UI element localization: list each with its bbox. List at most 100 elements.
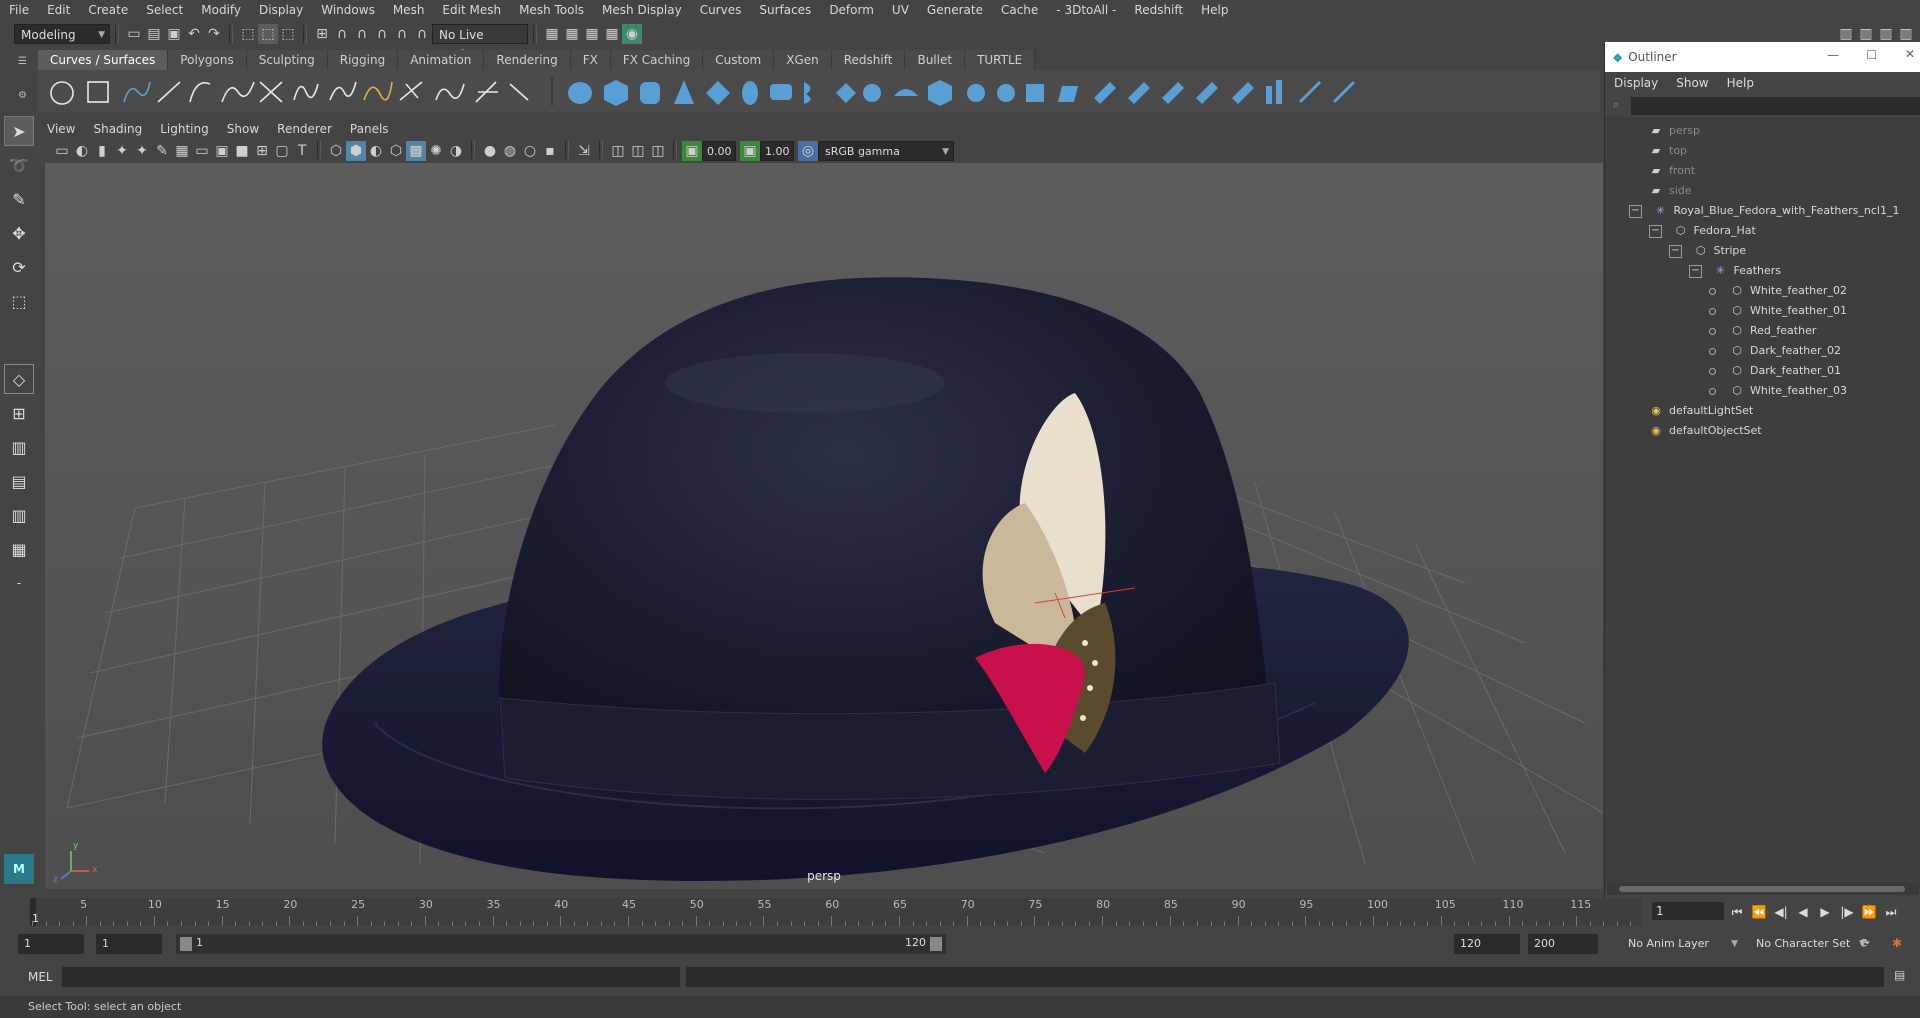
tree-node-side[interactable]: ▰ side — [1649, 181, 1692, 201]
gate-mask-icon[interactable]: ■ — [232, 141, 252, 161]
detach-curves-icon[interactable] — [329, 81, 357, 101]
shelf-tab-redshift[interactable]: Redshift — [831, 50, 906, 70]
minimize-icon[interactable]: — — [1827, 48, 1839, 62]
render-view-icon[interactable]: ▦ — [562, 24, 582, 44]
menu-3dtoall[interactable]: - 3DtoAll - — [1047, 0, 1125, 21]
wireframe-on-shaded-icon[interactable]: ⬡ — [386, 141, 406, 161]
range-start-handle[interactable] — [180, 937, 192, 951]
shelf-tab-fx-caching[interactable]: FX Caching — [610, 50, 704, 70]
single-perspective-layout-icon[interactable]: ◇ — [4, 364, 34, 394]
safe-action-icon[interactable]: ▢ — [272, 141, 292, 161]
wireframe-icon[interactable]: ⬡ — [326, 141, 346, 161]
move-tool-icon[interactable]: ✥ — [4, 218, 34, 248]
persp-hypershade-layout-icon[interactable]: ▥ — [4, 500, 34, 530]
viewport-menu-panels[interactable]: Panels — [341, 119, 398, 139]
tree-node-default-light-set[interactable]: ◉ defaultLightSet — [1649, 401, 1753, 421]
screen-space-ao-icon[interactable]: ● — [480, 141, 500, 161]
attach-surfaces-icon[interactable] — [1232, 82, 1254, 104]
make-live-icon[interactable]: ∩ — [412, 24, 432, 44]
go-to-start-icon[interactable]: ⏮ — [1726, 905, 1748, 920]
2d-pan-zoom-icon[interactable]: ✦ — [132, 141, 152, 161]
curve-intersect-icon[interactable] — [259, 81, 283, 103]
depth-of-field-icon[interactable]: ▪ — [540, 141, 560, 161]
snap-view-plane-icon[interactable]: ∩ — [372, 24, 392, 44]
shelf-tab-xgen[interactable]: XGen — [774, 50, 832, 70]
shelf-tab-custom[interactable]: Custom — [703, 50, 775, 70]
align-surfaces-icon[interactable] — [1276, 80, 1282, 104]
hypershade-icon[interactable]: ◉ — [622, 24, 642, 44]
tree-node-front[interactable]: ▰ front — [1649, 161, 1695, 181]
rebuild-curve-icon[interactable] — [363, 81, 393, 101]
step-forward-frame-icon[interactable]: |▶ — [1836, 905, 1858, 919]
range-slider[interactable]: 1 120 — [176, 934, 946, 954]
scale-tool-icon[interactable]: ⬚ — [4, 286, 34, 316]
exposure-icon[interactable]: ▣ — [682, 141, 702, 161]
viewport-menu-renderer[interactable]: Renderer — [268, 119, 341, 139]
menu-curves[interactable]: Curves — [691, 0, 751, 21]
outliner-menu-display[interactable]: Display — [1605, 72, 1667, 94]
shelf-tab-rigging[interactable]: Rigging — [327, 50, 399, 70]
film-gate-icon[interactable]: ▭ — [192, 141, 212, 161]
select-tool-icon[interactable]: ➤ — [4, 116, 34, 146]
use-all-lights-icon[interactable]: ✺ — [426, 141, 446, 161]
insert-isoparm-icon[interactable] — [1196, 82, 1218, 104]
range-end-handle[interactable] — [930, 937, 942, 951]
outliner-horizontal-scrollbar[interactable] — [1607, 883, 1919, 895]
menu-file[interactable]: File — [0, 0, 38, 21]
gamma-field[interactable]: 1.00 — [760, 141, 794, 161]
persp-outliner-layout-icon[interactable]: ▥ — [4, 432, 34, 462]
shelf-tab-curves-surfaces[interactable]: Curves / Surfaces — [38, 50, 169, 70]
view-transform-dropdown[interactable]: sRGB gamma ▼ — [818, 141, 954, 161]
extend-surface-icon[interactable] — [1162, 82, 1184, 104]
menu-surfaces[interactable]: Surfaces — [750, 0, 820, 21]
nurbs-square-icon[interactable] — [87, 81, 109, 103]
save-scene-icon[interactable]: ▣ — [164, 24, 184, 44]
collapse-toggle[interactable]: − — [1649, 224, 1662, 238]
select-object-icon[interactable]: ⬚ — [258, 24, 278, 44]
menu-display[interactable]: Display — [250, 0, 312, 21]
toggle-channel-box-icon[interactable]: ▥ — [1896, 24, 1916, 44]
outliner-search-input[interactable] — [1631, 97, 1920, 115]
untrim-icon[interactable] — [1128, 82, 1150, 104]
outliner-menu-show[interactable]: Show — [1667, 72, 1717, 94]
sculpt-tool-icon[interactable] — [1298, 80, 1322, 104]
isolate-select-icon[interactable]: ⇲ — [574, 141, 594, 161]
animation-end-field[interactable]: 200 — [1528, 934, 1598, 954]
extrude-icon[interactable] — [863, 84, 881, 102]
motion-blur-icon[interactable]: ◍ — [500, 141, 520, 161]
render-settings-icon[interactable]: ▦ — [602, 24, 622, 44]
playback-end-field[interactable]: 120 — [1454, 934, 1520, 954]
safe-title-icon[interactable]: T — [292, 141, 312, 161]
persp-graph-layout-icon[interactable]: ▤ — [4, 466, 34, 496]
attach-curves-icon[interactable] — [293, 83, 319, 101]
snap-grid-icon[interactable]: ⊞ — [312, 24, 332, 44]
paint-select-tool-icon[interactable]: ✎ — [4, 184, 34, 214]
tree-node-white-feather-01[interactable]: ⬡ White_feather_01 — [1709, 301, 1847, 321]
bevel-plus-icon[interactable] — [997, 84, 1015, 102]
perspective-viewport[interactable]: y x z persp — [45, 163, 1603, 889]
color-management-icon[interactable]: ◎ — [798, 141, 818, 161]
shelf-tab-polygons[interactable]: Polygons — [168, 50, 247, 70]
smooth-shade-icon[interactable]: ⬢ — [346, 141, 366, 161]
four-view-layout-icon[interactable]: ⊞ — [4, 398, 34, 428]
menu-edit[interactable]: Edit — [38, 0, 79, 21]
grease-pencil-icon[interactable]: ✎ — [152, 141, 172, 161]
outliner-persp-layout-icon[interactable]: ▦ — [4, 534, 34, 564]
shelf-settings-icon[interactable]: ⚙ — [18, 90, 30, 101]
shadows-icon[interactable]: ◑ — [446, 141, 466, 161]
cv-curve-icon[interactable] — [123, 81, 151, 103]
trim-tool-icon[interactable] — [1094, 82, 1116, 104]
planar-icon[interactable] — [836, 83, 856, 103]
anim-layer-dropdown[interactable]: No Anim Layer ▼ — [1622, 934, 1742, 954]
play-forwards-icon[interactable]: ▶ — [1814, 905, 1836, 919]
menu-deform[interactable]: Deform — [820, 0, 883, 21]
square-surface-icon[interactable] — [967, 84, 985, 102]
menuset-dropdown[interactable]: Modeling ▼ — [14, 24, 110, 44]
animation-preferences-icon[interactable]: ✱ — [1892, 936, 1902, 950]
shelf-tab-fx[interactable]: FX — [570, 50, 611, 70]
shelf-tab-animation[interactable]: Animation — [398, 50, 485, 70]
project-curve-icon[interactable] — [1026, 84, 1044, 102]
tree-node-persp[interactable]: ▰ persp — [1649, 121, 1700, 141]
birail-icon[interactable] — [894, 89, 918, 96]
step-back-key-icon[interactable]: ⏪ — [1748, 905, 1770, 919]
